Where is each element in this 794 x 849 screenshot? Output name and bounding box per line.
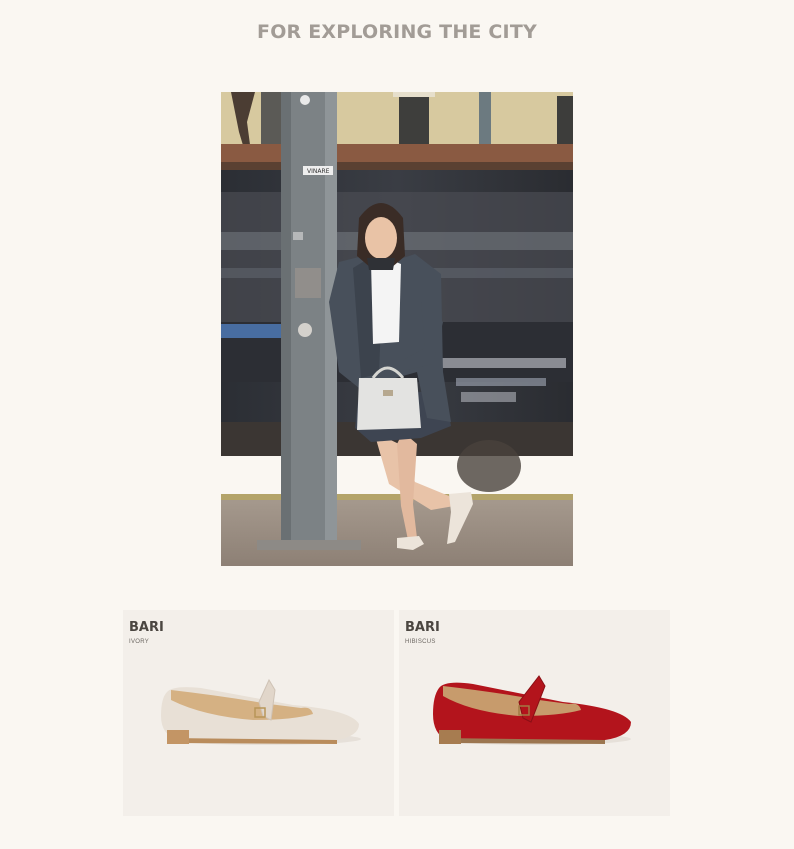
product-card-bari-hibiscus[interactable]: BARI HIBISCUS (399, 610, 670, 816)
pole-sign-text: VINARE (307, 168, 330, 175)
product-name: BARI (129, 620, 164, 635)
product-card-bari-ivory[interactable]: BARI IVORY (123, 610, 394, 816)
hero-lifestyle-image[interactable]: VINARE (221, 92, 573, 566)
product-variant: HIBISCUS (405, 639, 436, 645)
product-image-ivory-flat (161, 678, 361, 745)
product-name: BARI (405, 620, 440, 635)
section-title: FOR EXPLORING THE CITY (257, 21, 537, 43)
hero-photo-illustration: VINARE (221, 92, 573, 566)
page: FOR EXPLORING THE CITY VINARE BARI IVORY… (0, 0, 794, 849)
product-variant: IVORY (129, 639, 150, 645)
product-image-hibiscus-flat (433, 675, 631, 745)
